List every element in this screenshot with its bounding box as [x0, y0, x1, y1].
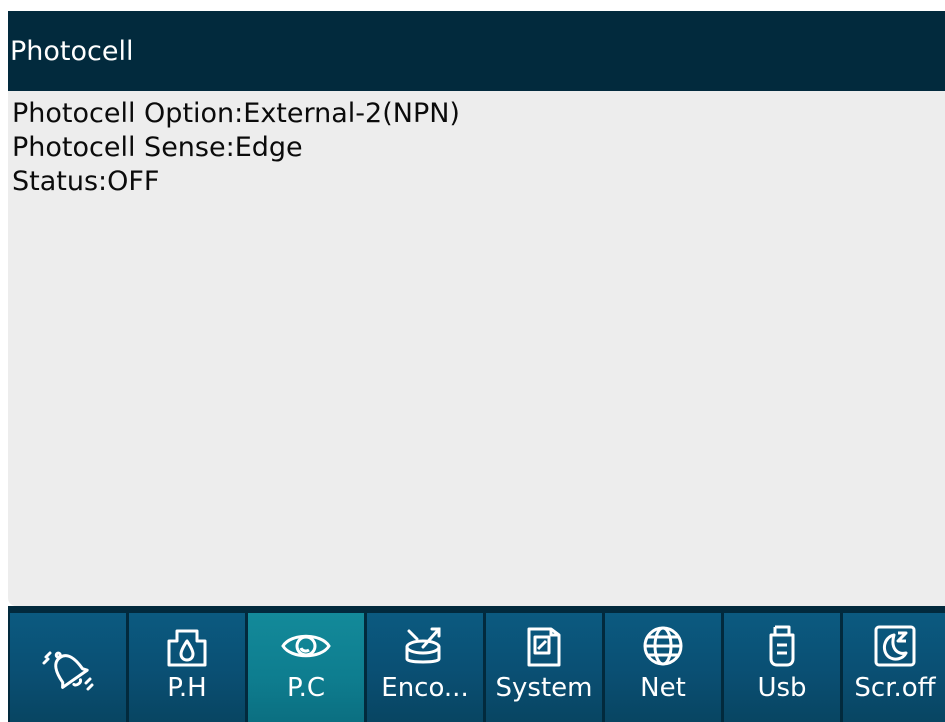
tab-system[interactable]: System [486, 613, 602, 722]
tab-screen-off[interactable]: Scr.off [843, 613, 945, 722]
tab-photocell-label: P.C [286, 673, 326, 703]
tab-net-label: Net [640, 673, 686, 703]
screen: Photocell Photocell Option:External-2(NP… [8, 11, 945, 722]
photocell-sense-text: Photocell Sense:Edge [12, 132, 303, 163]
tab-usb[interactable]: Usb [724, 613, 840, 722]
status-text: Status:OFF [12, 166, 160, 197]
eye-icon [281, 634, 331, 658]
tab-encoder[interactable]: Enco... [367, 613, 483, 722]
tab-encoder-label: Enco... [381, 673, 469, 703]
title-bar: Photocell [8, 11, 945, 91]
tab-screen-off-label: Scr.off [854, 673, 936, 703]
photocell-option-text: Photocell Option:External-2(NPN) [12, 98, 460, 129]
system-icon [527, 627, 561, 667]
encoder-icon [405, 627, 441, 664]
tab-photocell[interactable]: P.C [248, 613, 364, 722]
bell-icon [42, 651, 94, 691]
content-panel: Photocell Option:External-2(NPN) Photoce… [8, 91, 945, 606]
usb-icon [769, 625, 795, 667]
tab-usb-label: Usb [757, 673, 807, 703]
tab-system-label: System [495, 673, 593, 703]
tab-print-head[interactable]: P.H [129, 613, 245, 722]
globe-icon [643, 626, 683, 666]
tab-net[interactable]: Net [605, 613, 721, 722]
print-head-icon [167, 629, 207, 667]
tab-print-head-label: P.H [167, 673, 207, 703]
tab-alarm[interactable] [10, 613, 126, 722]
tab-bar: P.H P.C Enco... System Net Usb Scr.off [8, 609, 945, 722]
page-title: Photocell [10, 35, 134, 67]
moon-icon [874, 625, 916, 667]
